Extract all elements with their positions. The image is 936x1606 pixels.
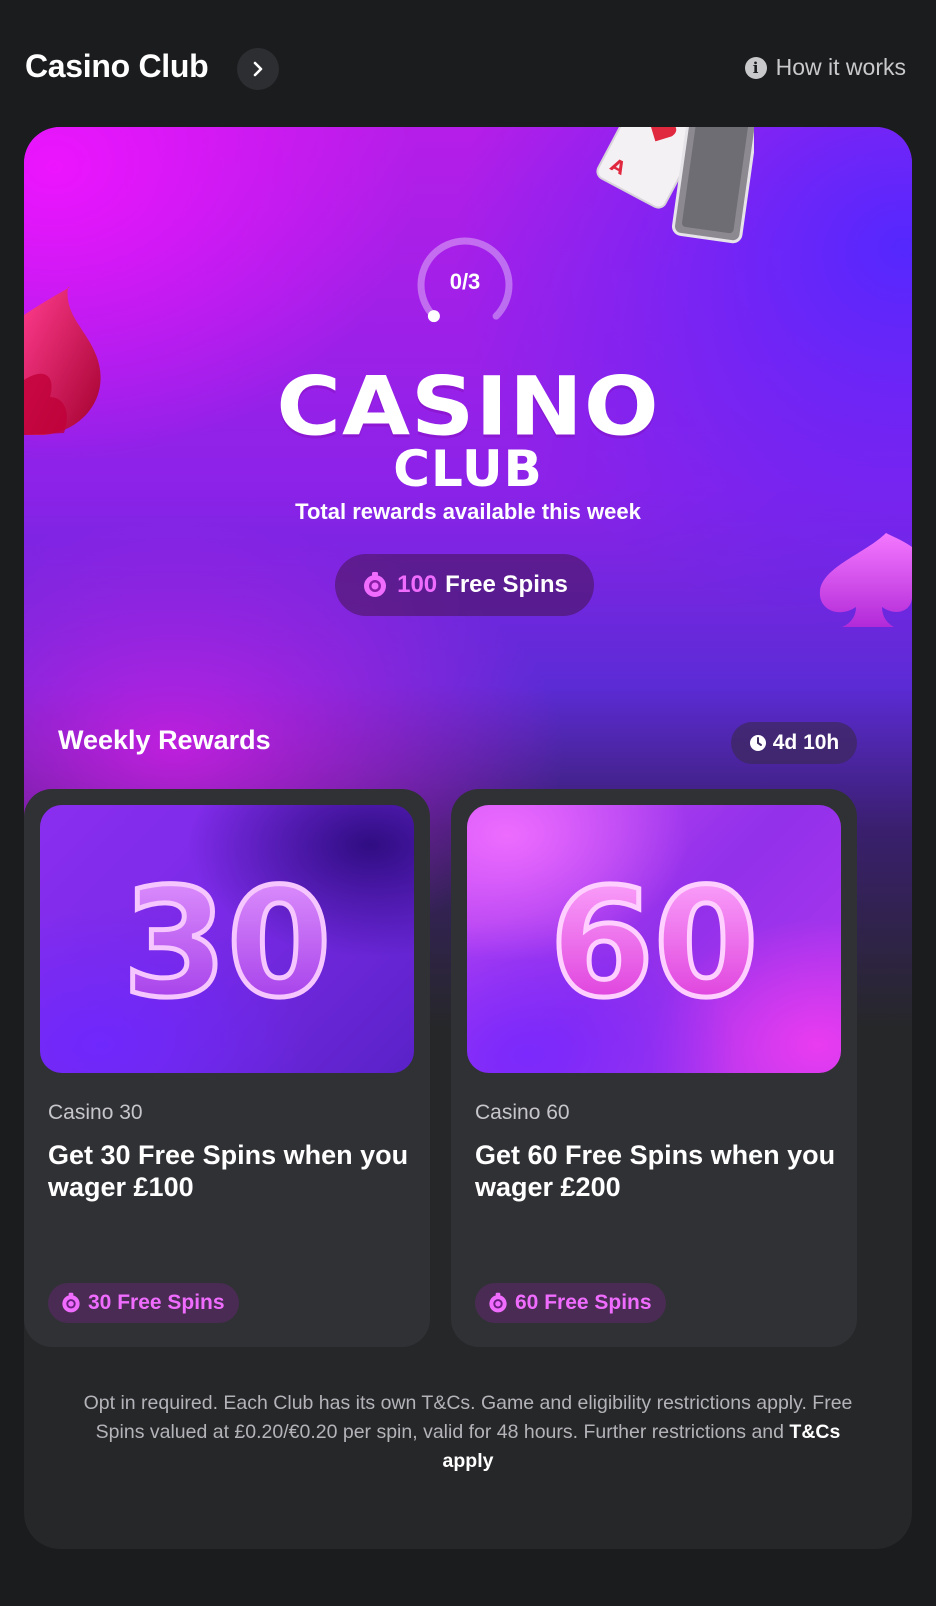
open-club-button[interactable] (237, 48, 279, 90)
top-bar: Casino Club i How it works (0, 0, 936, 124)
reward-number-graphic: 30 (120, 855, 334, 1034)
chip-icon (489, 1292, 507, 1313)
spade-icon (819, 533, 912, 627)
reward-spins-label: 60 Free Spins (515, 1291, 652, 1314)
how-it-works-link[interactable]: i How it works (744, 54, 906, 81)
total-rewards-amount: 100 (397, 571, 438, 598)
club-logo-word: CLUB (393, 440, 543, 498)
weekly-rewards-title: Weekly Rewards (58, 725, 271, 755)
progress-count: 0/3 (449, 269, 481, 294)
terms-disclaimer: Opt in required. Each Club has its own T… (74, 1389, 862, 1476)
clock-icon (749, 735, 766, 751)
chip-icon (62, 1292, 80, 1313)
total-rewards-unit: Free Spins (445, 571, 568, 598)
playing-cards-icon: A (596, 127, 754, 244)
how-it-works-label: How it works (775, 54, 906, 80)
reward-card-casino-60[interactable]: 60 Casino 60 Get 60 Free Spins when you … (451, 789, 857, 1347)
rewards-caption: Total rewards available this week (295, 499, 641, 524)
reward-description: Get 60 Free Spins when you wager £200 (475, 1140, 836, 1202)
chip-icon (364, 572, 387, 597)
chevron-right-icon (253, 61, 263, 77)
reward-spins-badge: 60 Free Spins (475, 1283, 666, 1323)
reward-description: Get 30 Free Spins when you wager £100 (48, 1140, 409, 1202)
info-icon: i (744, 56, 767, 79)
svg-text:30: 30 (123, 857, 332, 1031)
reward-spins-label: 30 Free Spins (88, 1291, 225, 1314)
reward-category: Casino 60 (475, 1101, 570, 1124)
disclaimer-text: Opt in required. Each Club has its own T… (83, 1392, 853, 1443)
time-remaining: 4d 10h (772, 731, 840, 754)
reward-number-graphic: 60 (547, 855, 761, 1034)
reward-card-casino-30[interactable]: 30 Casino 30 Get 30 Free Spins when you … (24, 789, 430, 1347)
reward-thumbnail: 30 (40, 805, 414, 1073)
reward-thumbnail: 60 (467, 805, 841, 1073)
reward-category: Casino 30 (48, 1101, 143, 1124)
page-title: Casino Club (25, 48, 209, 84)
time-remaining-badge: 4d 10h (731, 722, 857, 764)
svg-text:60: 60 (550, 857, 759, 1031)
casino-club-card: A 0/3 CASINO CLUB Total rewards availabl… (24, 127, 912, 1549)
total-rewards-badge: 100 Free Spins (335, 554, 594, 616)
reward-spins-badge: 30 Free Spins (48, 1283, 239, 1323)
